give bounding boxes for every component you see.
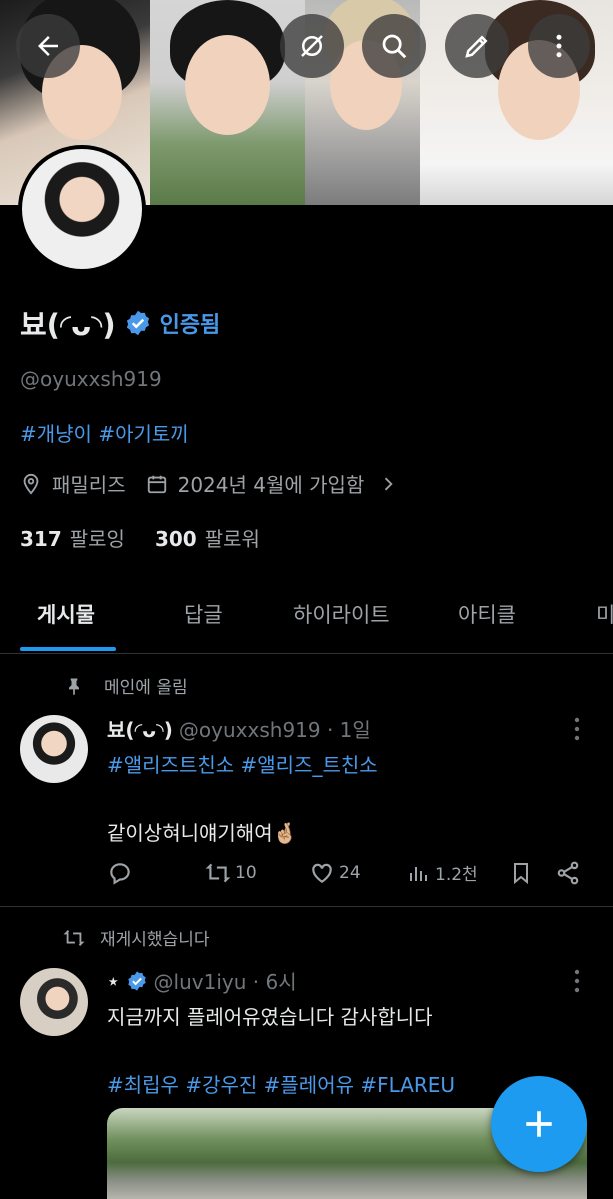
verified-badge-icon <box>127 970 146 991</box>
views-chart-icon <box>410 866 427 881</box>
no-sync-button[interactable] <box>280 14 344 78</box>
pinned-text: 메인에 올림 <box>104 678 188 698</box>
repost-icon <box>63 929 85 946</box>
heart-icon <box>312 863 332 883</box>
back-arrow-icon <box>38 36 58 56</box>
back-button[interactable] <box>16 14 80 78</box>
bio-hashtags[interactable]: #개냥이 #아기토끼 <box>20 418 189 447</box>
post-handle-time: @oyuxxsh919 · 1일 <box>178 718 371 742</box>
following-count: 317 <box>20 527 62 551</box>
profile-name-row: 뵤(◜ᴗ◝) 인증됨 <box>20 302 220 344</box>
repost-count: 10 <box>235 863 257 883</box>
post-text: 지금까지 플레어유였습니다 감사합니다 <box>107 1005 433 1029</box>
plus-icon <box>526 1111 552 1137</box>
views-button[interactable]: 1.2천 <box>407 860 478 885</box>
tab-articles[interactable]: 아티클 <box>458 580 516 654</box>
active-tab-indicator <box>20 647 116 651</box>
calendar-icon <box>147 475 166 493</box>
post-hashtags[interactable]: #최립우 #강우진 #플레어유 #FLAREU <box>107 1069 455 1098</box>
verified-label[interactable]: 인증됨 <box>160 307 221 339</box>
tab-posts[interactable]: 게시물 <box>37 580 95 654</box>
tab-media[interactable]: 미 <box>596 580 613 654</box>
more-vertical-icon <box>556 34 562 58</box>
views-count: 1.2천 <box>435 865 478 885</box>
profile-location: 패밀리즈 <box>52 473 126 497</box>
no-sync-icon <box>301 35 323 57</box>
profile-meta: 패밀리즈 2024년 4월에 가입함 <box>20 469 398 498</box>
repost-text: 재게시했습니다 <box>100 930 210 950</box>
more-options-button[interactable] <box>528 14 590 78</box>
followers-label: 팔로워 <box>204 527 260 551</box>
post-actions: 10 24 1.2천 <box>107 860 587 892</box>
post-more-icon[interactable] <box>567 966 587 996</box>
pin-icon <box>69 678 79 695</box>
post-author-name[interactable]: 뵤(◜ᴗ◝) <box>107 714 173 743</box>
profile-tabs: 게시물 답글 하이라이트 아티클 미 <box>0 580 613 654</box>
post-more-icon[interactable] <box>567 714 587 744</box>
profile-handle: @oyuxxsh919 <box>20 367 162 391</box>
verified-badge-icon[interactable] <box>124 309 152 337</box>
reply-icon <box>110 863 130 885</box>
post-avatar[interactable] <box>20 968 88 1036</box>
compose-button[interactable] <box>491 1076 587 1172</box>
like-button[interactable]: 24 <box>309 860 361 886</box>
post-hashtags[interactable]: #앨리즈트친소 #앨리즈_트친소 <box>107 749 378 778</box>
tab-highlights[interactable]: 하이라이트 <box>293 580 390 654</box>
edit-button[interactable] <box>445 14 509 78</box>
repost-button[interactable]: 10 <box>205 860 257 886</box>
search-button[interactable] <box>362 14 426 78</box>
post-avatar[interactable] <box>20 715 88 783</box>
reply-button[interactable] <box>107 860 133 886</box>
repost-icon <box>205 863 231 883</box>
share-icon <box>557 861 579 885</box>
followers-count: 300 <box>154 527 197 551</box>
post-text: 같이상혀니얘기해여🤞🏼 <box>107 821 298 845</box>
location-icon <box>23 473 39 495</box>
profile-joined: 2024년 4월에 가입함 <box>177 473 365 497</box>
post-divider <box>0 906 613 907</box>
bookmark-button[interactable] <box>509 860 533 886</box>
post-header: ⋆ @luv1iyu · 6시 <box>107 966 297 995</box>
profile-avatar[interactable] <box>18 145 146 273</box>
post-header: 뵤(◜ᴗ◝) @oyuxxsh919 · 1일 <box>107 714 371 743</box>
like-count: 24 <box>339 863 361 883</box>
edit-icon <box>465 35 488 58</box>
banner-photo-2 <box>150 0 305 205</box>
pinned-label: 메인에 올림 <box>64 673 188 698</box>
tab-replies[interactable]: 답글 <box>184 580 223 654</box>
follow-stats: 317 팔로잉 300 팔로워 <box>20 523 260 552</box>
chevron-right-icon[interactable] <box>378 474 398 494</box>
post-author-name[interactable]: ⋆ <box>107 969 120 993</box>
followers-link[interactable]: 300 팔로워 <box>155 523 260 552</box>
profile-name: 뵤(◜ᴗ◝) <box>20 308 116 342</box>
repost-label: 재게시했습니다 <box>62 925 209 950</box>
following-link[interactable]: 317 팔로잉 <box>20 523 125 552</box>
bookmark-icon <box>514 863 528 885</box>
post-handle-time: @luv1iyu · 6시 <box>153 970 297 994</box>
following-label: 팔로잉 <box>69 527 125 551</box>
search-icon <box>382 34 407 59</box>
share-button[interactable] <box>555 860 581 886</box>
